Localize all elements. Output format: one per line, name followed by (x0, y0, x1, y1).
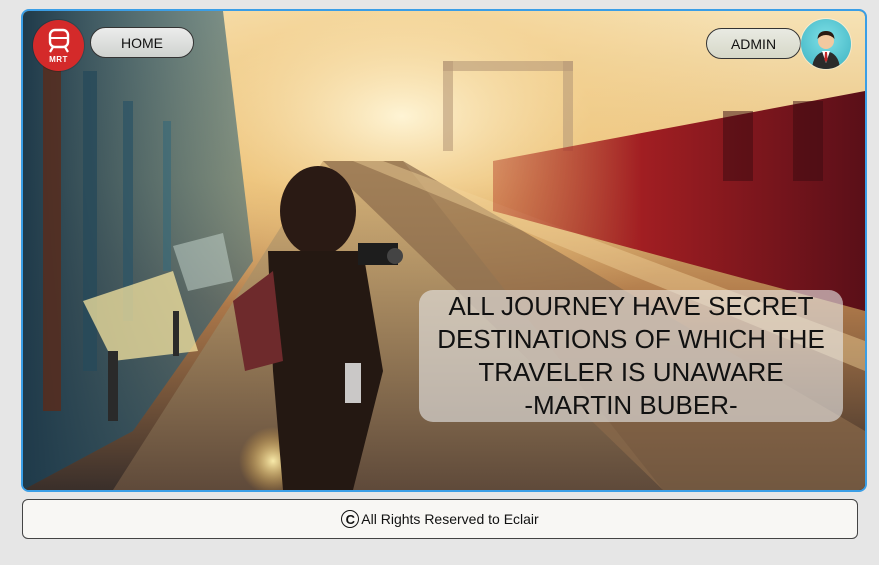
logo-label: MRT (49, 54, 68, 64)
home-button[interactable]: HOME (90, 27, 194, 58)
user-avatar-icon (812, 31, 840, 69)
quote-author: -MARTIN BUBER- (524, 390, 738, 420)
copyright-icon: C (341, 510, 360, 528)
hero-banner: MRT HOME ADMIN ALL JOURNEY HAVE SECRET D… (21, 9, 867, 492)
user-avatar[interactable] (801, 19, 851, 69)
quote-line-3: TRAVELER IS UNAWARE (478, 357, 784, 387)
footer-text: All Rights Reserved to Eclair (361, 511, 539, 527)
mrt-logo[interactable]: MRT (33, 20, 84, 71)
footer: C All Rights Reserved to Eclair (22, 499, 858, 539)
quote-box: ALL JOURNEY HAVE SECRET DESTINATIONS OF … (419, 290, 843, 422)
quote-line-1: ALL JOURNEY HAVE SECRET (448, 291, 814, 321)
admin-button[interactable]: ADMIN (706, 28, 801, 59)
quote-line-2: DESTINATIONS OF WHICH THE (437, 324, 825, 354)
train-icon (48, 28, 69, 53)
